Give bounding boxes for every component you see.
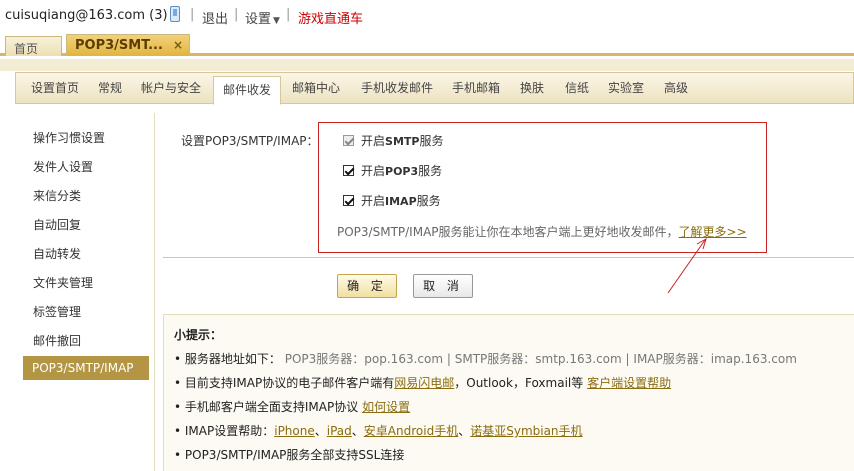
tab-pop3-label: POP3/SMT...	[75, 38, 163, 53]
sidebar-item-recall[interactable]: 邮件撤回	[33, 332, 81, 349]
sidebar-item-folders[interactable]: 文件夹管理	[33, 274, 93, 291]
cancel-button[interactable]: 取 消	[413, 274, 473, 298]
sidebar-item-sender[interactable]: 发件人设置	[33, 158, 93, 175]
sep: 、	[314, 424, 327, 438]
service-desc-text: POP3/SMTP/IMAP服务能让你在本地客户端上更好地收发邮件，	[337, 225, 679, 239]
sep: 、	[458, 424, 471, 438]
tip-imap-help: • IMAP设置帮助：iPhone、iPad、安卓Android手机、诺基亚Sy…	[174, 422, 583, 439]
ipad-link[interactable]: iPad	[327, 424, 352, 438]
tip-imap-clients: • 目前支持IMAP协议的电子邮件客户端有网易闪电邮，Outlook，Foxma…	[174, 374, 671, 391]
tip-mobile-imap: • 手机邮客户端全面支持IMAP协议 如何设置	[174, 398, 410, 415]
tip-ssl: • POP3/SMTP/IMAP服务全部支持SSL连接	[174, 448, 405, 462]
sidebar-item-tags[interactable]: 标签管理	[33, 303, 81, 320]
ok-button[interactable]: 确 定	[337, 274, 397, 298]
services-highlight-box: 开启SMTP服务 开启POP3服务 开启IMAP服务 POP3/SMTP/IMA…	[318, 122, 767, 253]
smtp-checkbox[interactable]	[343, 135, 354, 146]
imap-server: IMAP服务器：imap.163.com	[633, 352, 797, 366]
account-email[interactable]: cuisuqiang@163.com (3)	[5, 8, 168, 23]
tab-advanced[interactable]: 高级	[664, 73, 688, 104]
pop3-suffix: 服务	[418, 164, 443, 178]
header-band	[0, 59, 854, 71]
imap-option: 开启IMAP服务	[361, 192, 441, 209]
sidebar-item-pop3[interactable]: POP3/SMTP/IMAP	[23, 356, 149, 380]
tab-general[interactable]: 常规	[98, 73, 122, 104]
how-to-setup-link[interactable]: 如何设置	[362, 400, 410, 414]
divider: |	[446, 352, 451, 366]
phone-icon[interactable]	[170, 6, 180, 22]
smtp-proto: SMTP	[385, 135, 420, 148]
tab-stationery[interactable]: 信纸	[565, 73, 589, 104]
window-tab-strip: 首页 POP3/SMT... ×	[0, 32, 854, 56]
imap-proto: IMAP	[385, 195, 417, 208]
tab-lab[interactable]: 实验室	[608, 73, 644, 104]
settings-menu[interactable]: 设置 ▼	[245, 8, 280, 27]
tip2-mid: ，Outlook，Foxmail等	[454, 376, 584, 390]
pop3-server: POP3服务器：pop.163.com	[284, 352, 444, 366]
tip2-prefix: • 目前支持IMAP协议的电子邮件客户端有	[174, 376, 395, 390]
settings-sidebar: 操作习惯设置 发件人设置 来信分类 自动回复 自动转发 文件夹管理 标签管理 邮…	[15, 113, 155, 471]
tab-home-label: 首页	[14, 42, 39, 56]
pop3-prefix: 开启	[361, 164, 386, 178]
divider: |	[234, 7, 239, 22]
logout-link[interactable]: 退出	[202, 8, 228, 27]
main-content: 设置POP3/SMTP/IMAP： 开启SMTP服务 开启POP3服务 开启IM…	[163, 104, 854, 471]
divider: |	[625, 352, 630, 366]
smtp-prefix: 开启	[361, 134, 386, 148]
settings-label: 设置	[245, 12, 272, 27]
tab-account-security[interactable]: 帐户与安全	[141, 73, 201, 104]
sidebar-item-habits[interactable]: 操作习惯设置	[33, 129, 105, 146]
smtp-option: 开启SMTP服务	[361, 132, 443, 149]
tips-title: 小提示：	[174, 328, 223, 342]
divider: |	[286, 7, 291, 22]
smtp-suffix: 服务	[419, 134, 444, 148]
game-link[interactable]: 游戏直通车	[298, 8, 363, 27]
divider: |	[190, 7, 195, 22]
tab-mail-send-receive[interactable]: 邮件收发	[213, 76, 282, 105]
tab-home[interactable]: 首页	[5, 36, 62, 56]
settings-tab-bar: 设置首页 常规 帐户与安全 邮件收发 邮箱中心 手机收发邮件 手机邮箱 换肤 信…	[15, 72, 854, 105]
netease-flash-mail-link[interactable]: 网易闪电邮	[394, 376, 454, 390]
top-bar: cuisuqiang@163.com (3) | 退出 | 设置 ▼ | 游戏直通…	[0, 0, 854, 32]
tip1-prefix: • 服务器地址如下：	[174, 352, 281, 366]
imap-checkbox[interactable]	[343, 195, 354, 206]
tab-mobile-mailbox[interactable]: 手机邮箱	[452, 73, 500, 104]
tips-panel: 小提示： • 服务器地址如下： POP3服务器：pop.163.com | SM…	[163, 314, 854, 471]
tip3-prefix: • 手机邮客户端全面支持IMAP协议	[174, 400, 359, 414]
sidebar-item-auto-forward[interactable]: 自动转发	[33, 245, 81, 262]
tip-server-addresses: • 服务器地址如下： POP3服务器：pop.163.com | SMTP服务器…	[174, 350, 797, 367]
learn-more-link[interactable]: 了解更多>>	[679, 225, 747, 239]
tab-mailbox-center[interactable]: 邮箱中心	[292, 73, 340, 104]
smtp-server: SMTP服务器：smtp.163.com	[454, 352, 622, 366]
imap-suffix: 服务	[416, 194, 441, 208]
tip4-prefix: • IMAP设置帮助：	[174, 424, 275, 438]
service-label: 设置POP3/SMTP/IMAP：	[181, 134, 319, 148]
imap-prefix: 开启	[361, 194, 386, 208]
sidebar-item-auto-reply[interactable]: 自动回复	[33, 216, 81, 233]
sep: 、	[351, 424, 364, 438]
pop3-checkbox[interactable]	[343, 165, 354, 176]
tab-pop3-settings[interactable]: POP3/SMT... ×	[66, 34, 190, 56]
service-description: POP3/SMTP/IMAP服务能让你在本地客户端上更好地收发邮件，了解更多>>	[337, 223, 747, 240]
iphone-link[interactable]: iPhone	[274, 424, 315, 438]
divider	[163, 257, 854, 258]
symbian-link[interactable]: 诺基亚Symbian手机	[470, 424, 582, 438]
pop3-proto: POP3	[385, 165, 419, 178]
sidebar-item-mail-filters[interactable]: 来信分类	[33, 187, 81, 204]
android-link[interactable]: 安卓Android手机	[364, 424, 458, 438]
tab-settings-home[interactable]: 设置首页	[31, 73, 79, 104]
caret-down-icon: ▼	[273, 16, 280, 26]
close-icon[interactable]: ×	[173, 38, 183, 52]
pop3-option: 开启POP3服务	[361, 162, 442, 179]
client-setup-help-link[interactable]: 客户端设置帮助	[587, 376, 671, 390]
tab-skin[interactable]: 换肤	[520, 73, 544, 104]
tab-mobile-mail[interactable]: 手机收发邮件	[361, 73, 433, 104]
